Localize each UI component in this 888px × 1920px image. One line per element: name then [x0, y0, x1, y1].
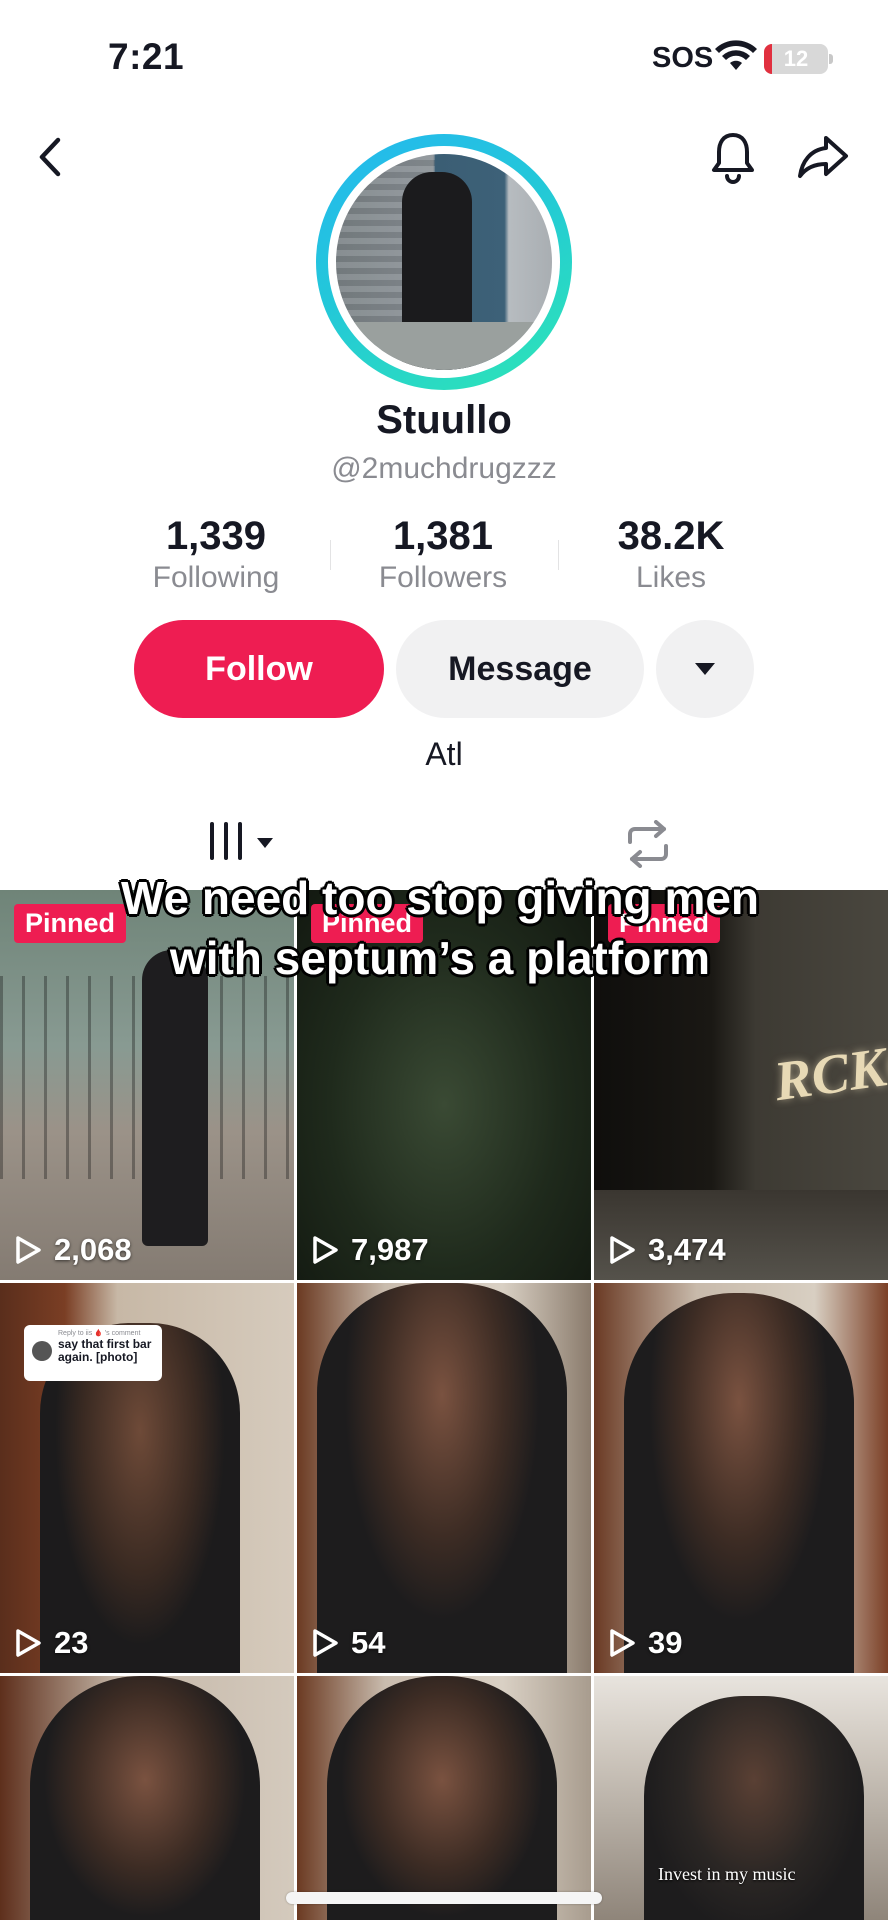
- bell-icon[interactable]: [708, 130, 758, 184]
- play-icon: [16, 1629, 41, 1657]
- view-count-text: 7,987: [351, 1232, 429, 1267]
- video-tile[interactable]: Invest in my music: [594, 1676, 888, 1920]
- video-tile[interactable]: 39: [594, 1283, 888, 1673]
- following-count: 1,339: [165, 514, 267, 558]
- wifi-icon: [715, 40, 757, 70]
- view-count: 54: [311, 1625, 385, 1661]
- message-button[interactable]: Message: [396, 620, 644, 718]
- stat-divider: [330, 540, 331, 570]
- tab-dropdown-caret-icon[interactable]: [257, 838, 273, 848]
- view-count-text: 3,474: [648, 1232, 726, 1267]
- view-count-text: 54: [351, 1625, 386, 1660]
- bio: Atl: [425, 736, 463, 772]
- repost-icon[interactable]: [622, 820, 674, 868]
- play-icon: [610, 1629, 635, 1657]
- avatar[interactable]: [328, 146, 560, 378]
- following-label: Following: [152, 561, 280, 594]
- likes-count: 38.2K: [617, 514, 725, 558]
- stat-following[interactable]: 1,339 Following: [116, 514, 316, 595]
- followers-label: Followers: [378, 561, 508, 594]
- play-icon: [610, 1236, 635, 1264]
- video-tile[interactable]: [297, 1676, 591, 1920]
- view-count-text: 2,068: [54, 1232, 132, 1267]
- stat-followers[interactable]: 1,381 Followers: [343, 514, 543, 595]
- avatar-image: [336, 154, 552, 370]
- likes-label: Likes: [635, 561, 707, 594]
- view-count: 2,068: [14, 1232, 132, 1268]
- reply-comment-bubble: Reply to iis 🩸 's comment say that first…: [24, 1325, 162, 1381]
- view-count-text: 39: [648, 1625, 683, 1660]
- battery-indicator: 12: [764, 44, 828, 74]
- view-count: 7,987: [311, 1232, 429, 1268]
- grid-bars-icon: [238, 822, 242, 860]
- grid-bars-icon: [210, 822, 214, 860]
- more-options-button[interactable]: [656, 620, 754, 718]
- video-grid: Pinned 2,068 Pinned 7,987 RCKO Pinned 3,…: [0, 890, 888, 1920]
- play-icon: [313, 1629, 338, 1657]
- stat-likes[interactable]: 38.2K Likes: [571, 514, 771, 595]
- view-count: 23: [14, 1625, 88, 1661]
- video-preview-caption: We need too stop giving men with septum’…: [120, 872, 760, 984]
- grid-bars-icon: [224, 822, 228, 860]
- follow-button[interactable]: Follow: [134, 620, 384, 718]
- username: @2muchdrugzzz: [331, 452, 557, 485]
- stat-divider: [558, 540, 559, 570]
- play-icon: [16, 1236, 41, 1264]
- followers-count: 1,381: [392, 514, 494, 558]
- reply-text: say that first bar again. [photo]: [58, 1337, 152, 1364]
- sos-indicator: SOS: [652, 42, 714, 74]
- pinned-badge: Pinned: [14, 904, 127, 943]
- video-tile[interactable]: Reply to iis 🩸 's comment say that first…: [0, 1283, 294, 1673]
- view-count-text: 23: [54, 1625, 89, 1660]
- status-time: 7:21: [108, 36, 185, 77]
- view-count: 3,474: [608, 1232, 726, 1268]
- share-arrow-icon[interactable]: [796, 132, 850, 182]
- status-bar: 7:21 SOS 12: [0, 0, 888, 118]
- caret-down-icon: [695, 663, 715, 675]
- display-name: Stuullo: [376, 398, 512, 442]
- video-tile[interactable]: 54: [297, 1283, 591, 1673]
- video-tile[interactable]: [0, 1676, 294, 1920]
- play-icon: [313, 1236, 338, 1264]
- home-indicator[interactable]: [286, 1892, 602, 1904]
- avatar: [32, 1341, 52, 1361]
- chevron-left-icon[interactable]: [34, 134, 68, 180]
- video-caption: Invest in my music: [658, 1864, 796, 1884]
- battery-level: 12: [783, 46, 809, 71]
- battery-cap: [829, 54, 833, 64]
- view-count: 39: [608, 1625, 682, 1661]
